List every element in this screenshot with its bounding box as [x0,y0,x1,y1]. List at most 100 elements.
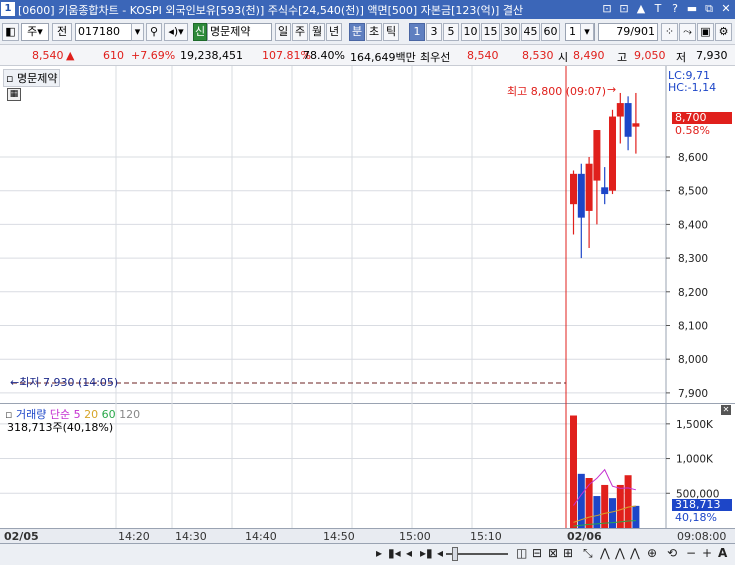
y-tick-label-5: 8,100 [678,320,708,332]
x-tick-2: 14:30 [175,530,207,543]
volume-chart[interactable]: 1,500K 1,000K 500,000 ▫ 거래량 단순 5 20 60 120… [0,403,735,528]
stock-name-field[interactable]: 명문제약 [207,23,272,41]
period-week[interactable]: 주 [292,23,308,41]
interval-5[interactable]: 5 [443,23,459,41]
settings-dots-icon[interactable]: ⁘ [661,23,678,41]
tool-icon[interactable]: ⊠ [548,546,558,560]
minimize-icon[interactable]: ▬ [685,1,699,17]
pin-icon[interactable]: ▲ [634,1,648,17]
interval-3[interactable]: 3 [426,23,442,41]
layout-icon[interactable]: ⊞ [563,546,573,560]
vol-tick-label-0: 1,500K [676,419,714,431]
font-size-icon[interactable]: A [718,546,727,560]
interval-60[interactable]: 60 [541,23,560,41]
draw-tool-icon[interactable]: ⤳ [679,23,696,41]
link-icon[interactable]: ⊡ [617,1,631,17]
copy-icon[interactable]: ⊡ [600,1,614,17]
volume-bar-7 [624,475,632,528]
area-chart-icon[interactable]: ⋀ [630,546,640,560]
ma120-label: 120 [119,408,141,421]
scroll-left-icon[interactable]: ◂ [437,546,443,560]
main-legend[interactable]: ▫ 명문제약 [3,69,61,87]
current-price-tag: 8,700 [672,112,732,124]
period-year[interactable]: 년 [326,23,342,41]
x-tick-5: 15:00 [399,530,431,543]
plus-icon[interactable]: + [702,546,712,560]
zoom-fit-icon[interactable]: ⊕ [647,546,657,560]
period-month[interactable]: 월 [309,23,325,41]
volume-value: 19,238,451 [180,49,243,62]
close-icon[interactable]: ✕ [719,1,733,17]
max-annotation: 최고 8,800 (09:07) [507,85,607,98]
first-icon[interactable]: ▮◂ [388,546,401,560]
prev-button[interactable]: 전 [52,23,72,41]
interval-15[interactable]: 15 [481,23,500,41]
zoom-slider-handle[interactable] [452,547,458,561]
min-annotation-label: 최저 7,930 (14:05) [19,376,119,389]
y-tick-label-1: 8,500 [678,186,708,198]
x-tick-3: 14:40 [245,530,277,543]
vol-tick-label-1: 1,000K [676,454,714,466]
bottom-controls: ▸ ▮◂ ◂ ▸▮ ◂ ◫ ⊟ ⊠ ⊞ ⤡ ⋀ ⋀ ⋀ ⊕ ⟲ − + A [0,544,735,565]
next-icon[interactable]: ▸▮ [420,546,433,560]
period-second[interactable]: 초 [366,23,382,41]
prev-icon[interactable]: ◂ [406,546,412,560]
help-icon[interactable]: ? [668,1,682,17]
low-label: 저 [676,51,687,64]
fit-icon[interactable]: ⤡ [583,546,593,561]
code-dropdown-icon[interactable]: ▾ [131,23,144,41]
loop-icon[interactable]: ⟲ [667,546,677,560]
candle-body-5 [609,116,616,191]
play-icon[interactable]: ▸ [376,546,382,560]
period-day[interactable]: 일 [275,23,291,41]
grid-table-icon[interactable]: ▦ [7,88,21,101]
volume-bar-2 [585,478,593,528]
high-label: 고 [617,51,628,64]
y-tick-label-4: 8,200 [678,287,708,299]
interval-30[interactable]: 30 [501,23,520,41]
x-tick-1: 14:20 [118,530,150,543]
x-tick-8: 09:08:00 [677,530,727,543]
save-icon[interactable]: ▣ [697,23,714,41]
interval-1[interactable]: 1 [409,23,425,41]
x-tick-4: 14:50 [323,530,355,543]
maximize-icon[interactable]: ⧉ [702,1,716,17]
close-panel-icon[interactable]: ✕ [721,405,731,415]
font-icon[interactable]: T [651,1,665,17]
window-controls: ⊡ ⊡ ▲ T ? ▬ ⧉ ✕ [600,1,733,17]
count-value: 79 [616,25,631,38]
up-arrow-icon: ▲ [66,49,75,62]
low-price: 7,930 [696,49,728,62]
count-total: /901 [630,25,655,38]
interval-10[interactable]: 10 [461,23,480,41]
current-volume-tag: 318,713 [672,499,732,511]
line-chart-icon[interactable]: ⋀ [600,546,610,560]
count-field[interactable]: 79/901 [598,23,658,41]
gear-icon[interactable]: ⚙ [715,23,732,41]
interval-45[interactable]: 45 [521,23,540,41]
speaker-icon[interactable]: ◂)▾ [164,23,188,41]
open-price: 8,490 [573,49,605,62]
open-label: 시 [558,51,569,64]
period-tick[interactable]: 틱 [383,23,399,41]
y-tick-label-6: 8,000 [678,354,708,366]
window-menu-icon[interactable]: ◧ [2,23,19,41]
price-chart[interactable]: 8,600 8,500 8,400 8,300 8,200 8,100 8,000 7,900… [0,66,735,403]
split-icon[interactable]: ⊟ [532,546,542,560]
minus-icon[interactable]: − [686,546,696,560]
change-percent: +7.69% [131,49,176,62]
candle-body-2 [585,163,593,211]
type-select[interactable]: 주▾ [21,23,49,41]
candle-chart-icon[interactable]: ⋀ [615,546,625,560]
search-icon[interactable]: ⚲ [146,23,162,41]
period-minute[interactable]: 분 [349,23,365,41]
panel-icon[interactable]: ◫ [516,546,527,560]
code-input[interactable]: 017180 [75,23,132,41]
type-select-label: 주 [27,25,38,38]
y-tick-label-7: 7,900 [678,388,708,400]
x-tick-0: 02/05 [4,530,39,543]
volume-bar-4 [601,484,609,528]
title-bar: 1 [0600] 키움종합차트 - KOSPI 외국인보유[593(천)] 주식… [0,0,735,19]
interval-dropdown-icon[interactable]: ▾ [580,23,594,41]
time-axis: 02/05 14:20 14:30 14:40 14:50 15:00 15:1… [0,528,735,544]
